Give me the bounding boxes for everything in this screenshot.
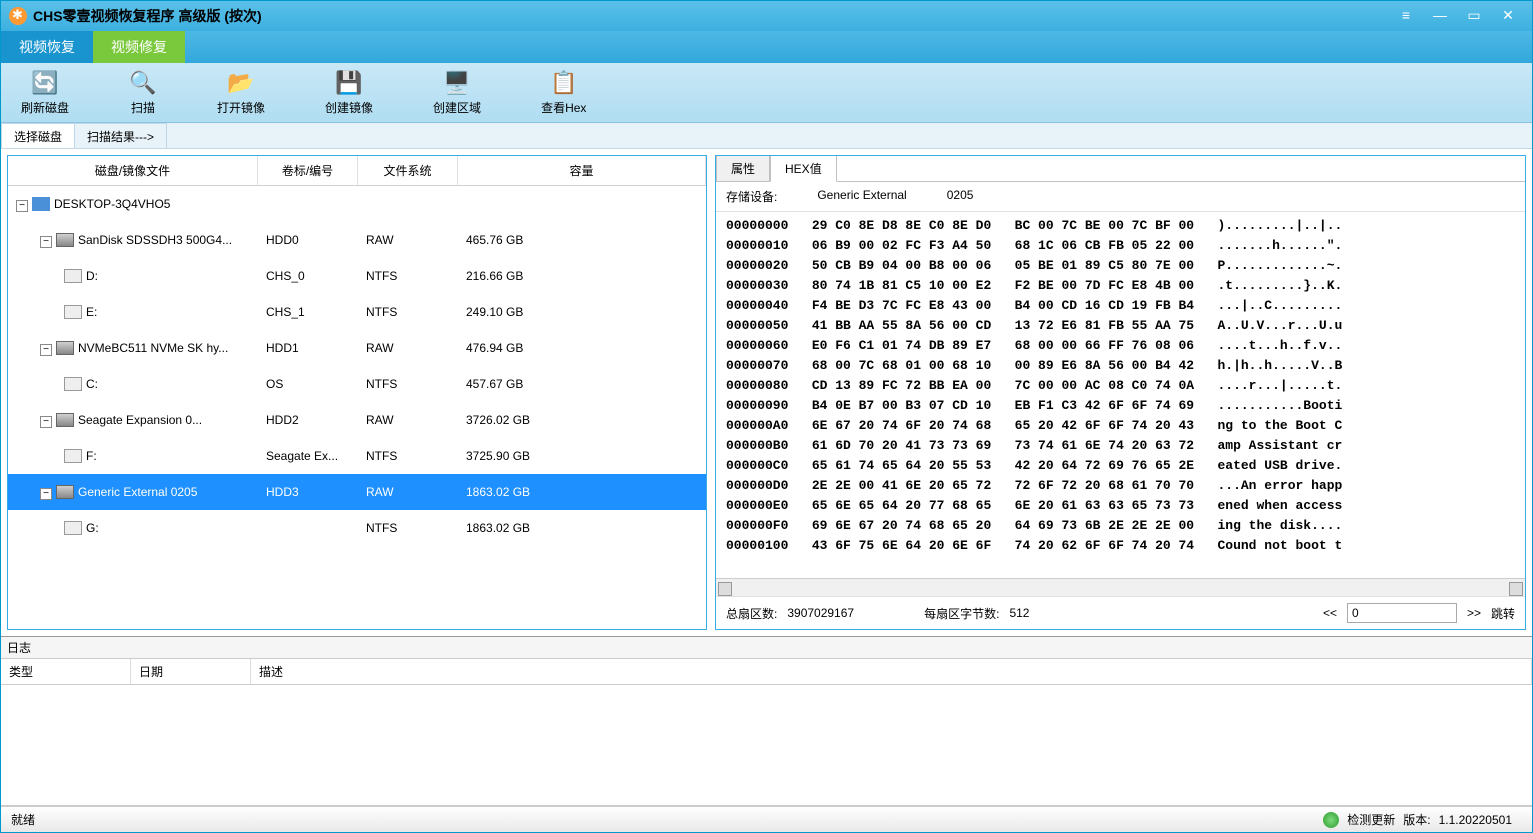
icon-disk-icon	[56, 233, 74, 247]
storage-id: 0205	[947, 188, 974, 205]
log-body	[1, 685, 1532, 806]
scan-button[interactable]: 🔍扫描	[119, 65, 167, 120]
create-region-button[interactable]: 🖥️创建区域	[423, 65, 491, 120]
hex-scrollbar[interactable]	[716, 578, 1525, 596]
close-button[interactable]: ✕	[1500, 8, 1516, 24]
disk-row[interactable]: −Generic External 0205HDD3RAW1863.02 GB	[8, 474, 706, 510]
icon-part-icon	[64, 521, 82, 535]
scan-icon: 🔍	[129, 69, 157, 97]
disk-row[interactable]: E:CHS_1NTFS249.10 GB	[8, 294, 706, 330]
refresh-icon: 🔄	[31, 69, 59, 97]
log-col-type[interactable]: 类型	[1, 659, 131, 684]
disk-name: G:	[86, 521, 99, 535]
disk-name: DESKTOP-3Q4VHO5	[54, 197, 170, 211]
log-col-date[interactable]: 日期	[131, 659, 251, 684]
hex-panel: 属性 HEX值 存储设备: Generic External 0205 0000…	[715, 155, 1526, 630]
bytes-per-sector-label: 每扇区字节数:	[924, 605, 999, 622]
subtab-scan-results[interactable]: 扫描结果--->	[74, 123, 167, 148]
disk-row[interactable]: F:Seagate Ex...NTFS3725.90 GB	[8, 438, 706, 474]
icon-computer-icon	[32, 197, 50, 211]
create-image-icon: 💾	[335, 69, 363, 97]
tree-expand-icon[interactable]: −	[16, 200, 28, 212]
disk-row[interactable]: −SanDisk SDSSDH3 500G4...HDD0RAW465.76 G…	[8, 222, 706, 258]
menu-icon[interactable]: ≡	[1398, 8, 1414, 24]
jump-button[interactable]: 跳转	[1491, 605, 1515, 622]
disk-tree: − DESKTOP-3Q4VHO5 − SanDisk SDSSDH3 500G4..…	[8, 186, 706, 629]
col-size[interactable]: 容量	[458, 156, 706, 185]
next-sector-button[interactable]: >>	[1467, 606, 1481, 620]
titlebar: CHS零壹视频恢复程序 高级版 (按次) ≡ — ▭ ✕	[1, 1, 1532, 31]
hex-viewer[interactable]: 00000000 29 C0 8E D8 8E C0 8E D0 BC 00 7…	[716, 212, 1525, 578]
disk-row[interactable]: −Seagate Expansion 0...HDD2RAW3726.02 GB	[8, 402, 706, 438]
icon-part-icon	[64, 449, 82, 463]
sub-tabs: 选择磁盘 扫描结果--->	[1, 123, 1532, 149]
globe-icon	[1323, 812, 1339, 828]
total-sectors-value: 3907029167	[787, 606, 854, 620]
status-ready: 就绪	[11, 811, 767, 828]
tree-expand-icon[interactable]: −	[40, 488, 52, 500]
disk-row[interactable]: D:CHS_0NTFS216.66 GB	[8, 258, 706, 294]
version-value: 1.1.20220501	[1439, 813, 1512, 827]
tab-properties[interactable]: 属性	[716, 155, 770, 181]
disk-name: Generic External 0205	[78, 485, 197, 499]
maximize-button[interactable]: ▭	[1466, 8, 1482, 24]
hex-icon: 📋	[550, 69, 578, 97]
tab-video-repair[interactable]: 视频修复	[93, 31, 185, 63]
tab-hex[interactable]: HEX值	[770, 155, 837, 182]
disk-name: C:	[86, 377, 98, 391]
disk-name: Seagate Expansion 0...	[78, 413, 202, 427]
disk-row[interactable]: −NVMeBC511 NVMe SK hy...HDD1RAW476.94 GB	[8, 330, 706, 366]
sector-input[interactable]	[1347, 603, 1457, 623]
storage-name: Generic External	[817, 188, 906, 205]
disk-name: E:	[86, 305, 97, 319]
create-image-button[interactable]: 💾创建镜像	[315, 65, 383, 120]
minimize-button[interactable]: —	[1432, 8, 1448, 24]
main-tabs: 视频恢复 视频修复	[1, 31, 1532, 63]
tree-expand-icon[interactable]: −	[40, 236, 52, 248]
icon-part-icon	[64, 269, 82, 283]
prev-sector-button[interactable]: <<	[1323, 606, 1337, 620]
icon-disk-icon	[56, 485, 74, 499]
total-sectors-label: 总扇区数:	[726, 605, 777, 622]
log-title: 日志	[1, 637, 1532, 659]
hex-footer: 总扇区数: 3907029167 每扇区字节数: 512 << >> 跳转	[716, 596, 1525, 629]
open-image-button[interactable]: 📂打开镜像	[207, 65, 275, 120]
tree-expand-icon[interactable]: −	[40, 416, 52, 428]
open-image-icon: 📂	[227, 69, 255, 97]
refresh-button[interactable]: 🔄刷新磁盘	[11, 65, 79, 120]
app-icon	[9, 7, 27, 25]
view-hex-button[interactable]: 📋查看Hex	[531, 65, 596, 120]
icon-disk-icon	[56, 341, 74, 355]
icon-part-icon	[64, 377, 82, 391]
create-region-icon: 🖥️	[443, 69, 471, 97]
icon-disk-icon	[56, 413, 74, 427]
window-title: CHS零壹视频恢复程序 高级版 (按次)	[33, 6, 262, 26]
disk-row[interactable]: C:OSNTFS457.67 GB	[8, 366, 706, 402]
disk-name: SanDisk SDSSDH3 500G4...	[78, 233, 232, 247]
icon-part-icon	[64, 305, 82, 319]
subtab-select-disk[interactable]: 选择磁盘	[1, 123, 75, 148]
col-disk[interactable]: 磁盘/镜像文件	[8, 156, 258, 185]
disk-name: D:	[86, 269, 98, 283]
disk-row[interactable]: G:NTFS1863.02 GB	[8, 510, 706, 546]
tree-expand-icon[interactable]: −	[40, 344, 52, 356]
log-panel: 日志 类型 日期 描述	[1, 636, 1532, 806]
disk-table-header: 磁盘/镜像文件 卷标/编号 文件系统 容量	[8, 156, 706, 186]
disk-row[interactable]: − DESKTOP-3Q4VHO5	[8, 186, 706, 222]
col-fs[interactable]: 文件系统	[358, 156, 458, 185]
log-col-desc[interactable]: 描述	[251, 659, 1532, 684]
version-label: 版本:	[1403, 811, 1430, 828]
disk-name: F:	[86, 449, 97, 463]
bytes-per-sector-value: 512	[1009, 606, 1029, 620]
storage-info: 存储设备: Generic External 0205	[716, 182, 1525, 212]
storage-label: 存储设备:	[726, 188, 777, 205]
tab-video-restore[interactable]: 视频恢复	[1, 31, 93, 63]
disk-name: NVMeBC511 NVMe SK hy...	[78, 341, 228, 355]
col-label[interactable]: 卷标/编号	[258, 156, 358, 185]
check-update-link[interactable]: 检测更新	[1347, 811, 1395, 828]
statusbar: 就绪 检测更新 版本: 1.1.20220501	[1, 806, 1532, 832]
toolbar: 🔄刷新磁盘 🔍扫描 📂打开镜像 💾创建镜像 🖥️创建区域 📋查看Hex	[1, 63, 1532, 123]
disk-panel: 磁盘/镜像文件 卷标/编号 文件系统 容量 − DESKTOP-3Q4VHO5 − S…	[7, 155, 707, 630]
